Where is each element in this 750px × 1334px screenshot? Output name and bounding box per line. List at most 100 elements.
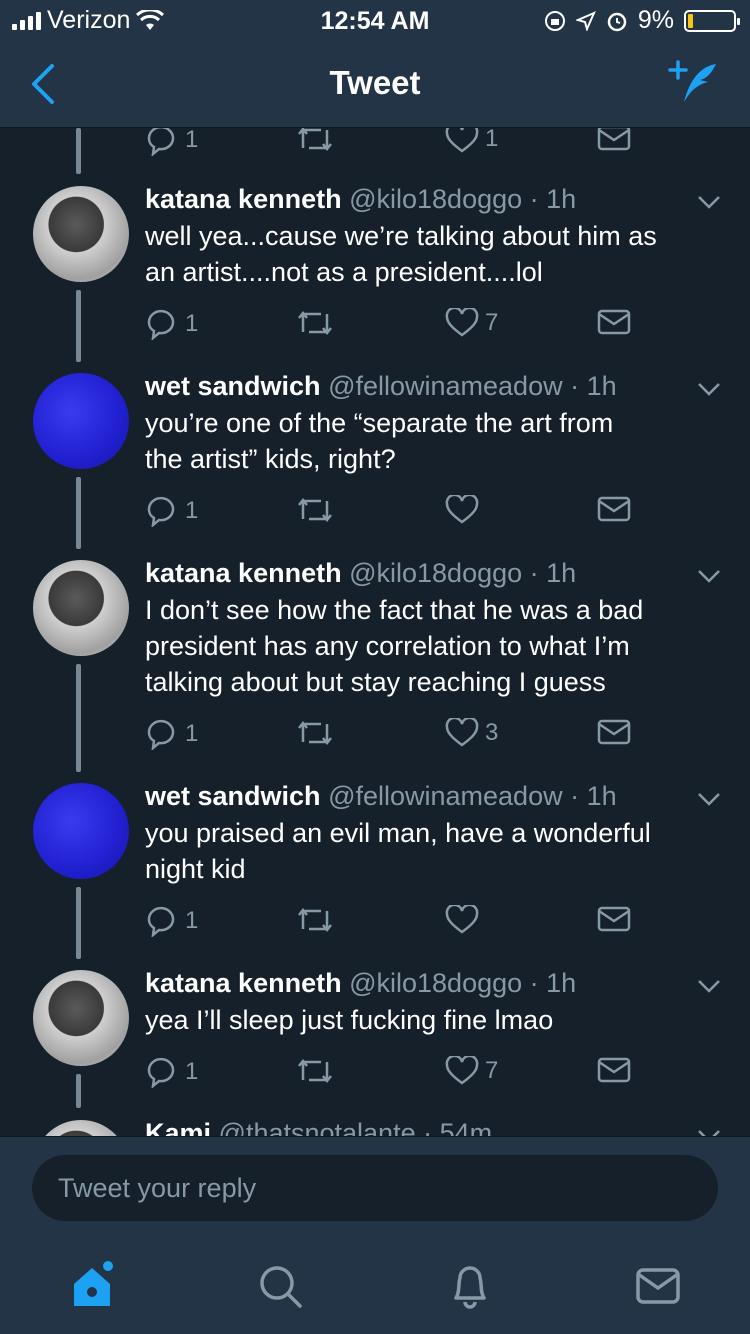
envelope-icon <box>597 1057 631 1083</box>
chevron-down-icon[interactable] <box>696 978 722 994</box>
reply-count: 1 <box>185 1058 199 1085</box>
tweet-actions: 1 7 <box>145 1056 645 1092</box>
retweet-icon <box>298 720 332 746</box>
envelope-icon <box>597 496 631 522</box>
tweet-text-line: president has any correlation to what I’… <box>145 631 630 661</box>
author-name[interactable]: wet sandwich <box>145 781 321 811</box>
like-action[interactable]: 1 <box>445 128 498 154</box>
tweet-header: katana kenneth @kilo18doggo · 1h <box>145 968 576 999</box>
thread-line <box>76 887 81 959</box>
tweet-header: katana kenneth @kilo18doggo · 1h <box>145 558 576 589</box>
tweet-header: wet sandwich @fellowinameadow · 1h <box>145 781 617 812</box>
heart-icon <box>445 308 479 337</box>
notifications-icon[interactable] <box>442 1258 498 1314</box>
retweet-action[interactable] <box>295 905 335 935</box>
location-icon <box>575 10 596 31</box>
thread-line <box>76 128 81 174</box>
status-bar: Verizon 12:54 AM 9% <box>0 0 750 40</box>
tweet[interactable]: Kami @thatsnotalante · 54m <box>0 1118 750 1136</box>
author-name[interactable]: wet sandwich <box>145 371 321 401</box>
author-name[interactable]: katana kenneth <box>145 184 342 214</box>
author-name[interactable]: Kami <box>145 1118 211 1136</box>
retweet-action[interactable] <box>295 128 335 154</box>
like-action[interactable] <box>445 905 485 935</box>
reply-action[interactable]: 1 <box>145 495 198 527</box>
like-count: 7 <box>485 1057 499 1084</box>
dm-action[interactable] <box>597 1056 631 1084</box>
retweet-action[interactable] <box>295 308 335 338</box>
chevron-down-icon[interactable] <box>696 568 722 584</box>
chevron-down-icon[interactable] <box>696 791 722 807</box>
nav-bar: Tweet <box>0 40 750 128</box>
tweet-text-line: I don’t see how the fact that he was a b… <box>145 595 644 625</box>
tweet-text: yea I’ll sleep just fucking fine lmao <box>145 1002 725 1038</box>
alarm-icon <box>607 12 627 31</box>
reply-count: 1 <box>185 907 199 934</box>
reply-action[interactable]: 1 <box>145 718 198 750</box>
dm-action[interactable] <box>597 128 631 152</box>
like-action[interactable]: 3 <box>445 718 498 748</box>
tab-bar <box>0 1238 750 1334</box>
retweet-icon <box>298 310 332 336</box>
author-name[interactable]: katana kenneth <box>145 558 342 588</box>
avatar[interactable] <box>33 373 129 469</box>
author-handle: @kilo18doggo · 1h <box>349 968 577 998</box>
heart-icon <box>445 495 479 524</box>
reply-count: 1 <box>185 497 199 524</box>
retweet-action[interactable] <box>295 1056 335 1086</box>
tweet[interactable]: wet sandwich @fellowinameadow · 1h you p… <box>0 781 750 967</box>
home-icon[interactable] <box>64 1258 120 1314</box>
retweet-icon <box>298 128 332 152</box>
tweet[interactable]: katana kenneth @kilo18doggo · 1h yea I’l… <box>0 968 750 1116</box>
reply-input[interactable]: Tweet your reply <box>32 1155 718 1221</box>
reply-icon <box>147 719 175 750</box>
chevron-down-icon[interactable] <box>696 381 722 397</box>
tweet[interactable]: katana kenneth @kilo18doggo · 1h well ye… <box>0 184 750 370</box>
author-name[interactable]: katana kenneth <box>145 968 342 998</box>
tweet-text-line: night kid <box>145 854 246 884</box>
dm-action[interactable] <box>597 905 631 933</box>
search-icon[interactable] <box>252 1258 308 1314</box>
retweet-action[interactable] <box>295 495 335 525</box>
reply-icon <box>147 128 175 156</box>
tweet-actions: 1 3 <box>145 718 645 754</box>
dm-action[interactable] <box>597 495 631 523</box>
reply-action[interactable]: 1 <box>145 1056 198 1088</box>
avatar[interactable] <box>33 186 129 282</box>
reply-action[interactable]: 1 <box>145 905 198 937</box>
tweet-text-line: the artist” kids, right? <box>145 444 396 474</box>
avatar[interactable] <box>33 970 129 1066</box>
chevron-down-icon[interactable] <box>696 1128 722 1136</box>
avatar[interactable] <box>33 560 129 656</box>
tweet-text-line: well yea...cause we’re talking about him… <box>145 221 657 251</box>
like-action[interactable] <box>445 495 485 525</box>
like-action[interactable]: 7 <box>445 308 498 338</box>
author-handle: @fellowinameadow · 1h <box>328 781 617 811</box>
reply-action[interactable]: 1 <box>145 128 198 156</box>
reply-action[interactable]: 1 <box>145 308 198 340</box>
conversation-timeline[interactable]: 1 1 katana kenneth @kilo18doggo · 1h wel… <box>0 128 750 1136</box>
dm-action[interactable] <box>597 718 631 746</box>
retweet-action[interactable] <box>295 718 335 748</box>
dm-action[interactable] <box>597 308 631 336</box>
reply-count: 1 <box>185 310 199 337</box>
like-action[interactable]: 7 <box>445 1056 498 1086</box>
author-handle: @thatsnotalante · 54m <box>218 1118 493 1136</box>
envelope-icon <box>597 719 631 745</box>
reply-count: 1 <box>185 720 199 747</box>
tweet[interactable]: katana kenneth @kilo18doggo · 1h I don’t… <box>0 558 750 780</box>
avatar[interactable] <box>33 1120 129 1136</box>
thread-line <box>76 664 81 772</box>
reply-icon <box>147 906 175 937</box>
tweet-text-line: you’re one of the “separate the art from <box>145 408 614 438</box>
tweet[interactable]: wet sandwich @fellowinameadow · 1h you’r… <box>0 371 750 557</box>
compose-tweet-icon[interactable] <box>666 58 722 110</box>
messages-icon[interactable] <box>630 1258 686 1314</box>
tweet-actions: 1 1 <box>145 128 645 160</box>
battery-percent: 9% <box>637 6 674 34</box>
avatar[interactable] <box>33 783 129 879</box>
rotation-lock-icon <box>544 10 565 31</box>
chevron-down-icon[interactable] <box>696 194 722 210</box>
heart-icon <box>445 718 479 747</box>
status-right: 9% <box>544 6 740 35</box>
